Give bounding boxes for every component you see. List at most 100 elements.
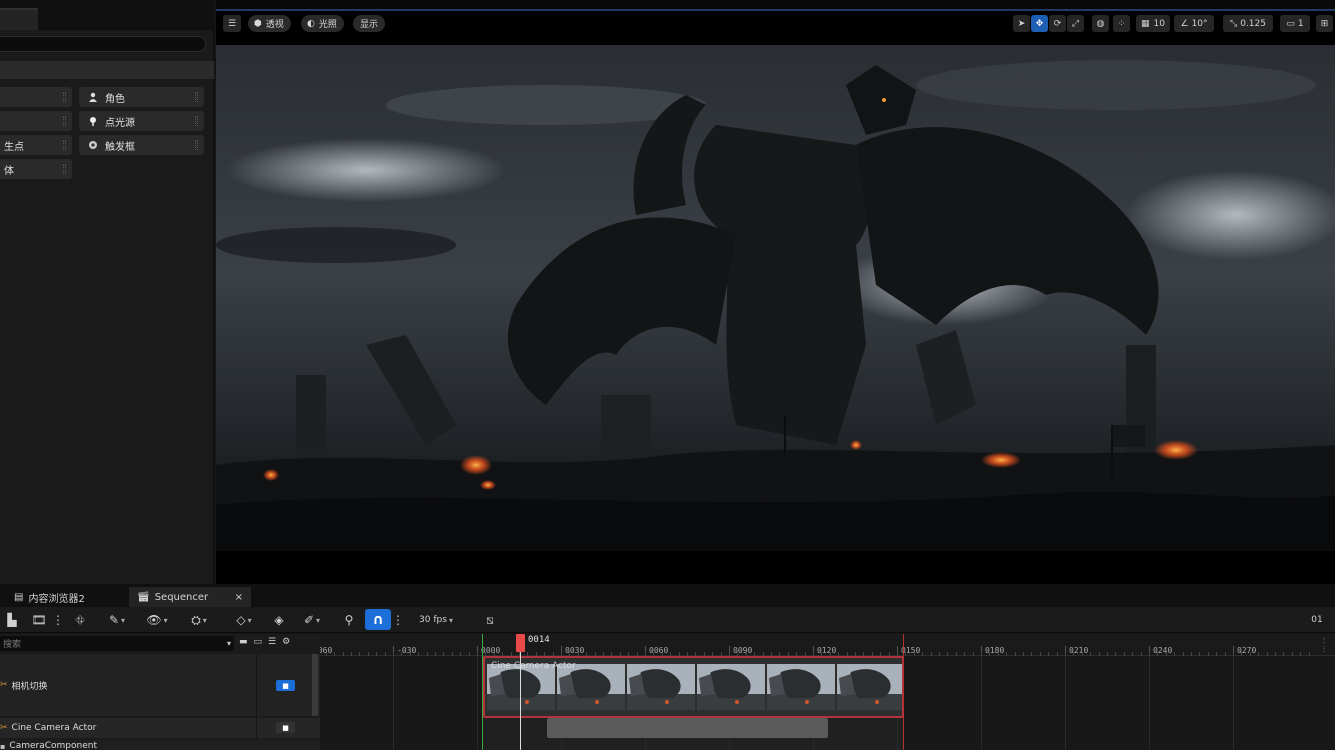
ruler-minor-tick <box>1174 652 1176 656</box>
timeline-side-controls[interactable]: ⫶ ⫶ <box>1323 636 1335 676</box>
settings-gear-icon[interactable]: ⚙ <box>282 637 290 647</box>
ruler-minor-tick <box>325 652 327 656</box>
viewport-layout-button[interactable]: ⊞ <box>1316 15 1333 32</box>
magnet-icon: ∩ <box>372 611 384 628</box>
place-item-character[interactable]: 角色 <box>79 87 204 107</box>
sequencer-icon: 🎬︎ <box>137 591 150 603</box>
rotate-icon: ⟳ <box>1053 18 1062 29</box>
scale-mode-button[interactable]: ⤢ <box>1067 15 1084 32</box>
ruler-minor-tick <box>1182 652 1184 656</box>
world-local-toggle[interactable]: ◍ <box>1092 15 1109 32</box>
render-movie-button[interactable]: 🎞︎ <box>31 612 47 628</box>
curve-dropdown[interactable]: ✐ ▾ <box>298 612 326 628</box>
section-thumbnail <box>837 664 902 710</box>
ruler-minor-tick <box>1266 652 1268 656</box>
ruler-minor-tick <box>989 652 991 656</box>
drag-grip-icon <box>63 164 66 174</box>
track-search-input[interactable]: 搜索 ▾ <box>0 636 234 651</box>
translate-mode-button[interactable]: ✥ <box>1031 15 1048 32</box>
place-item-2[interactable] <box>0 111 72 131</box>
lighting-mode-button[interactable]: ◐ 光照 <box>301 15 344 32</box>
place-actors-category-header[interactable] <box>0 61 214 79</box>
ruler-minor-tick <box>401 652 403 656</box>
camera-speed-button[interactable]: ▭ 1 <box>1280 15 1310 32</box>
cursor-arrow-icon: ➤ <box>1017 18 1026 29</box>
ruler-minor-tick <box>367 652 369 656</box>
ruler-minor-tick <box>1258 652 1260 656</box>
frame-rate-dropdown[interactable]: 30 fps ▾ <box>412 612 460 628</box>
playhead-handle[interactable] <box>516 634 525 652</box>
tab-sequencer[interactable]: 🎬︎ Sequencer × <box>129 587 251 607</box>
list-icon[interactable]: ☰ <box>268 637 276 647</box>
rotate-mode-button[interactable]: ⟳ <box>1049 15 1066 32</box>
camera-cut-section[interactable]: Cine Camera Actor <box>483 656 904 718</box>
playhead-frame-label: 0014 <box>528 635 550 645</box>
track-label: CameraComponent <box>9 741 97 750</box>
time-ruler[interactable]: -060-03000000030006000900120015001800210… <box>320 634 1335 656</box>
tools-dropdown[interactable]: ✎ ▾ <box>104 612 130 628</box>
pin-icon: ⚲ <box>344 613 354 627</box>
more-options-button[interactable]: ⋮ <box>52 612 64 628</box>
ruler-minor-tick <box>1056 652 1058 656</box>
place-item-point-light[interactable]: 点光源 <box>79 111 204 131</box>
curve-editor-button[interactable]: ⧅ <box>482 612 498 628</box>
key-icon: ◈ <box>274 613 284 627</box>
timeline-post-range <box>904 656 1335 750</box>
ruler-minor-tick <box>359 652 361 656</box>
collapse-icon[interactable]: ▬ <box>239 637 248 647</box>
place-item-label: 体 <box>4 165 14 177</box>
camera-lock-icon[interactable]: ■ <box>276 680 295 691</box>
ruler-minor-tick <box>905 652 907 656</box>
actions-button[interactable]: ⛗ <box>72 612 88 628</box>
ruler-minor-tick <box>1224 652 1226 656</box>
scale-snap-button[interactable]: ⤡ 0.125 <box>1223 15 1273 32</box>
ruler-tick-label: 0000 <box>477 646 500 656</box>
section-thumbnail <box>697 664 765 710</box>
track-scrollbar[interactable] <box>312 654 318 716</box>
perspective-button[interactable]: ⬢ 透视 <box>248 15 291 32</box>
place-item-player-start[interactable]: 生点 <box>0 135 72 155</box>
snap-toggle-button[interactable]: ∩ <box>365 609 391 630</box>
viewport-scene-render <box>216 45 1335 551</box>
rotation-snap-button[interactable]: ∠ 10° <box>1174 15 1214 32</box>
place-actors-tab[interactable] <box>0 8 38 30</box>
lit-sphere-icon: ◐ <box>307 18 315 29</box>
marker-button[interactable]: ⚲ <box>343 612 355 628</box>
character-icon <box>87 91 99 103</box>
playback-options-dropdown[interactable]: ⛭ ▾ <box>185 612 213 628</box>
surface-snap-button[interactable]: ⁘ <box>1113 15 1130 32</box>
move-arrows-icon: ✥ <box>1035 18 1044 29</box>
close-icon[interactable]: × <box>235 592 243 603</box>
place-item-trigger-box[interactable]: 触发框 <box>79 135 204 155</box>
auto-key-button[interactable]: ◈ <box>271 612 287 628</box>
level-viewport[interactable]: ☰ ⬢ 透视 ◐ 光照 显示 ➤ ✥ ⟳ ⤢ ◍ ⁘ ▦ 10 ∠ 10° ⤡ 0.1… <box>216 11 1335 584</box>
camera-actor-section[interactable] <box>547 718 828 738</box>
save-sequence-button[interactable]: ▙ <box>4 612 20 628</box>
snap-options-button[interactable]: ⋮ <box>392 612 404 628</box>
show-flags-button[interactable]: 显示 <box>353 15 386 32</box>
playback-start-marker[interactable] <box>482 634 483 750</box>
grid-snap-button[interactable]: ▦ 10 <box>1136 15 1170 32</box>
expand-icon[interactable]: ▭ <box>254 637 263 647</box>
section-label: Cine Camera Actor <box>491 661 576 671</box>
ruler-tick-label: 0210 <box>1065 646 1088 656</box>
chevron-down-icon[interactable]: ▾ <box>227 639 231 648</box>
section-thumbnail <box>767 664 835 710</box>
key-options-dropdown[interactable]: ◇ ▾ <box>230 612 258 628</box>
chevron-down-icon: ▾ <box>316 615 321 625</box>
select-mode-button[interactable]: ➤ <box>1013 15 1030 32</box>
place-item-volume[interactable]: 体 <box>0 159 72 179</box>
ruler-minor-tick <box>1241 652 1243 656</box>
playback-end-marker[interactable] <box>903 634 904 750</box>
viewport-menu-button[interactable]: ☰ <box>223 15 241 32</box>
camera-icon[interactable]: ■ <box>276 722 295 733</box>
track-row-camera-cut[interactable]: ✂ 相机切换 ■ <box>0 654 320 716</box>
place-item-0[interactable] <box>0 87 72 107</box>
view-options-dropdown[interactable]: 👁︎ ▾ <box>143 612 171 628</box>
sequencer-timeline[interactable]: -060-03000000030006000900120015001800210… <box>320 634 1335 750</box>
place-actors-search-input[interactable] <box>0 36 206 52</box>
point-light-icon <box>87 115 99 127</box>
track-row-cine-camera-actor[interactable]: ✂ Cine Camera Actor ■ <box>0 718 320 738</box>
track-row-camera-component[interactable]: ▪ CameraComponent <box>0 740 320 750</box>
tab-content-browser-2[interactable]: ▤ 内容浏览器2 <box>6 587 93 607</box>
